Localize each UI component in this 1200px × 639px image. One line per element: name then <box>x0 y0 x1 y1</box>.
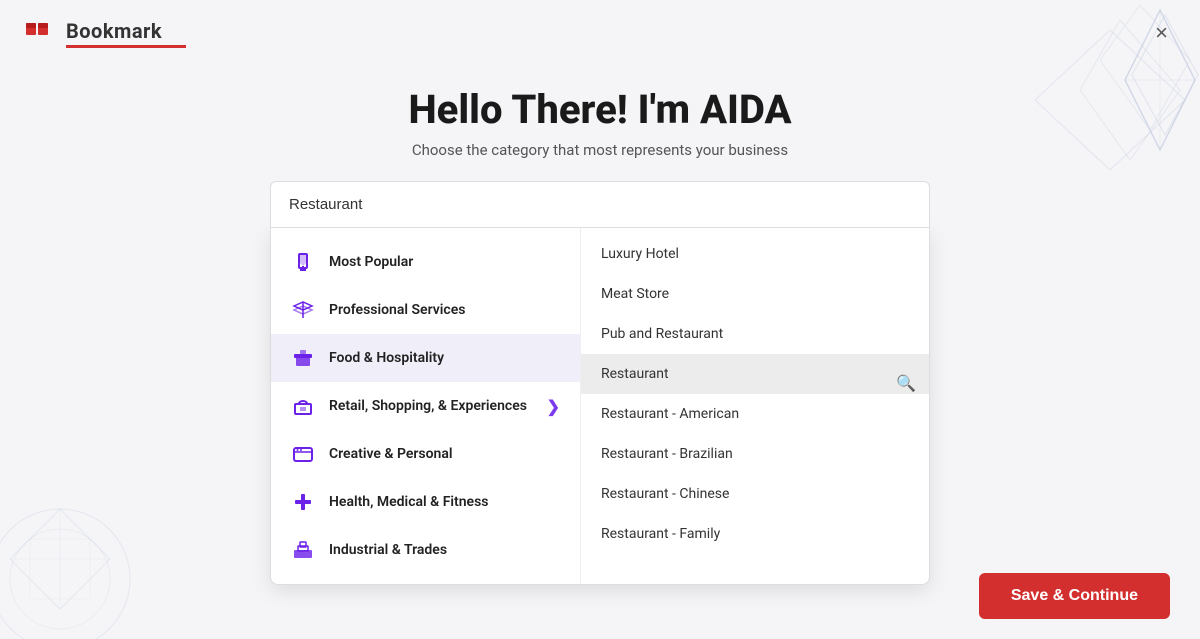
bookmark-icon <box>24 19 56 47</box>
category-item-most-popular[interactable]: Most Popular <box>271 238 580 286</box>
category-label-professional-services: Professional Services <box>329 302 560 318</box>
page-title: Hello There! I'm AIDA <box>408 86 791 133</box>
subcategory-item-luxury-hotel[interactable]: Luxury Hotel <box>581 234 929 274</box>
category-item-retail-shopping[interactable]: Retail, Shopping, & Experiences ❯ <box>271 382 580 430</box>
category-icon-professional-services <box>291 298 315 322</box>
category-label-retail-shopping: Retail, Shopping, & Experiences <box>329 398 533 414</box>
subcategories-list: Luxury HotelMeat StorePub and Restaurant… <box>581 228 929 568</box>
subcategory-item-pub-restaurant[interactable]: Pub and Restaurant <box>581 314 929 354</box>
page-subtitle: Choose the category that most represents… <box>412 141 788 159</box>
category-icon-most-popular <box>291 250 315 274</box>
category-label-creative-personal: Creative & Personal <box>329 446 560 462</box>
category-item-creative-personal[interactable]: Creative & Personal <box>271 430 580 478</box>
search-icon: 🔍 <box>896 374 916 393</box>
close-button[interactable]: × <box>1147 16 1176 50</box>
category-icon-industrial-trades <box>291 538 315 562</box>
category-icon-food-hospitality <box>291 346 315 370</box>
header: Bookmark × <box>0 0 1200 66</box>
search-input[interactable] <box>270 181 930 228</box>
category-arrow-retail-shopping: ❯ <box>547 397 560 416</box>
category-label-most-popular: Most Popular <box>329 254 560 270</box>
category-label-food-hospitality: Food & Hospitality <box>329 350 560 366</box>
main-content: Hello There! I'm AIDA Choose the categor… <box>0 66 1200 585</box>
subcategory-item-restaurant[interactable]: Restaurant <box>581 354 929 394</box>
logo-container: Bookmark <box>24 19 186 48</box>
logo-text: Bookmark <box>66 19 186 43</box>
subcategory-item-meat-store[interactable]: Meat Store <box>581 274 929 314</box>
dropdown-panel: Most Popular Professional Services Food & … <box>270 228 930 585</box>
save-continue-button[interactable]: Save & Continue <box>979 573 1170 619</box>
category-item-industrial-trades[interactable]: Industrial & Trades <box>271 526 580 574</box>
category-label-health-medical: Health, Medical & Fitness <box>329 494 560 510</box>
category-item-professional-services[interactable]: Professional Services <box>271 286 580 334</box>
logo-underline <box>66 45 186 48</box>
category-icon-health-medical <box>291 490 315 514</box>
subcategory-item-restaurant-family[interactable]: Restaurant - Family <box>581 514 929 554</box>
search-container: 🔍 Most Popular Professional Services Food … <box>270 181 930 585</box>
category-icon-creative-personal <box>291 442 315 466</box>
subcategory-item-restaurant-chinese[interactable]: Restaurant - Chinese <box>581 474 929 514</box>
category-item-health-medical[interactable]: Health, Medical & Fitness <box>271 478 580 526</box>
category-icon-retail-shopping <box>291 394 315 418</box>
categories-list: Most Popular Professional Services Food & … <box>271 228 581 584</box>
category-item-food-hospitality[interactable]: Food & Hospitality <box>271 334 580 382</box>
subcategory-item-restaurant-brazilian[interactable]: Restaurant - Brazilian <box>581 434 929 474</box>
category-label-industrial-trades: Industrial & Trades <box>329 542 560 558</box>
subcategory-item-restaurant-american[interactable]: Restaurant - American <box>581 394 929 434</box>
